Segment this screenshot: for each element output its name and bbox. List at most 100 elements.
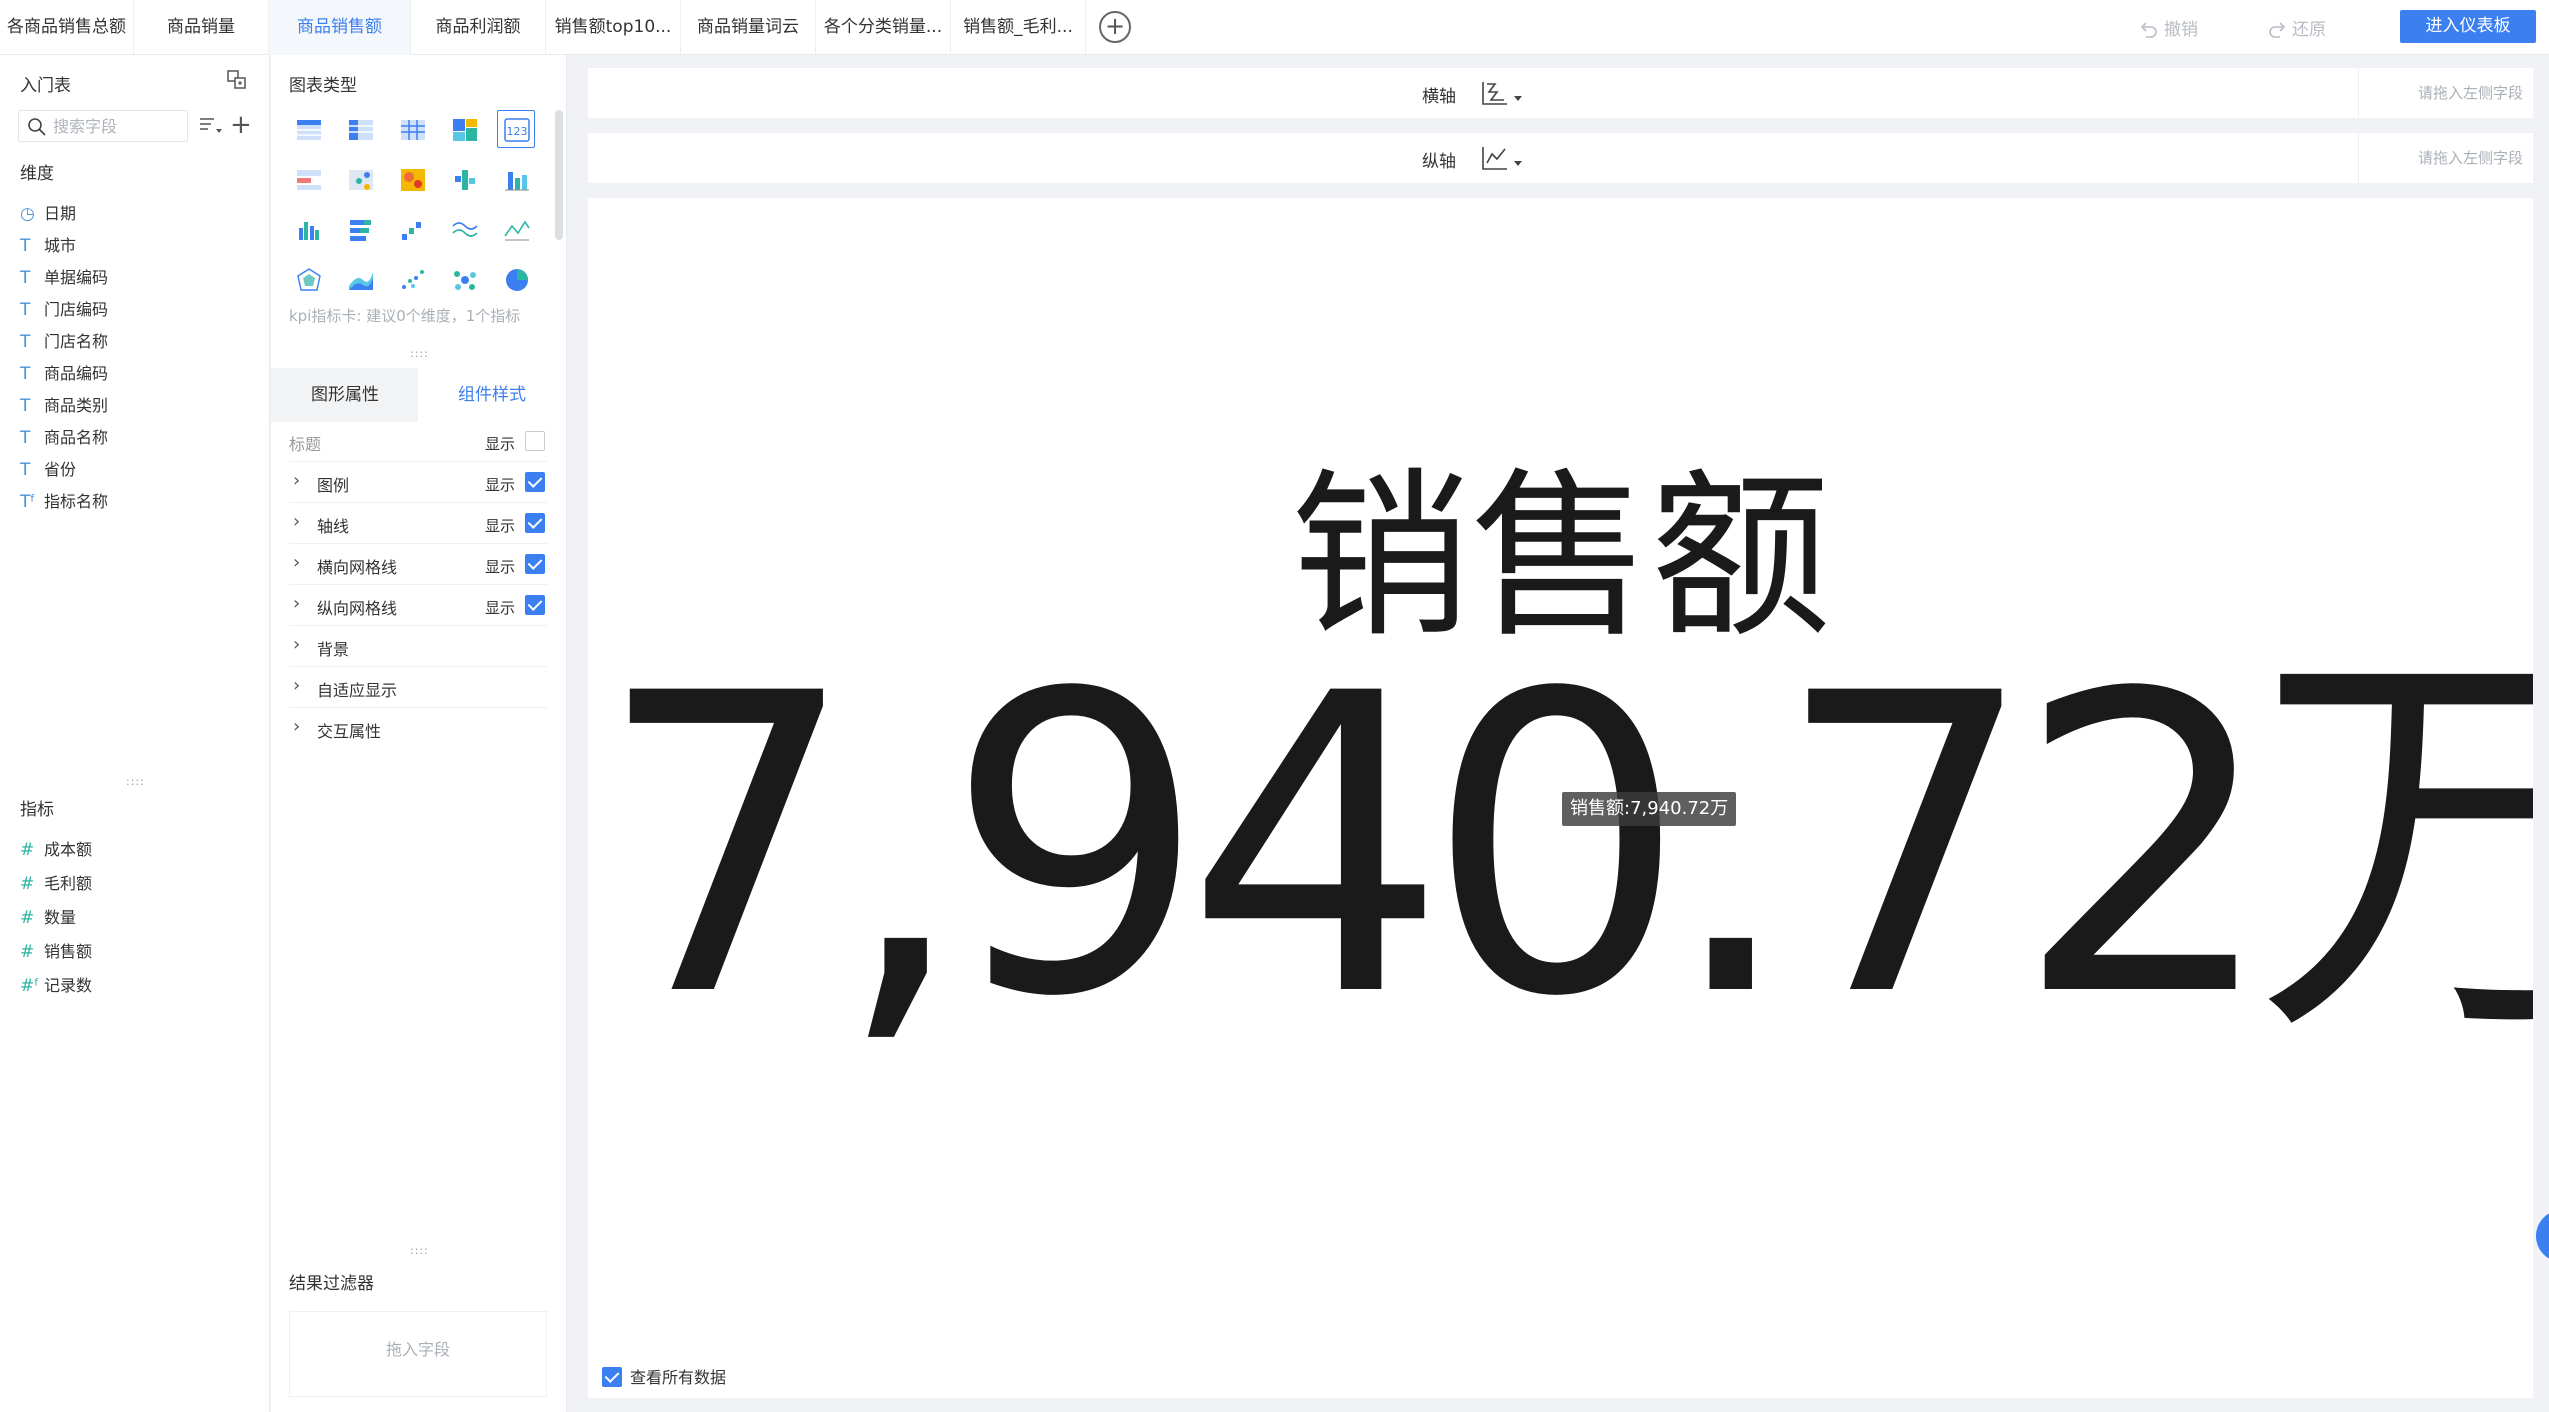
bubble-chart-icon[interactable] [445, 260, 483, 298]
pie-chart-icon[interactable] [497, 260, 535, 298]
tab-component-style[interactable]: 组件样式 [418, 368, 566, 422]
resize-handle[interactable]: :::: [126, 775, 145, 788]
x-axis-type-icon[interactable] [1480, 78, 1524, 112]
property-label: 图例 [317, 476, 350, 495]
measure-field[interactable]: # 数量 [20, 904, 76, 928]
number-type-icon: # [20, 942, 35, 962]
dimension-field[interactable]: T 商品名称 [20, 424, 108, 448]
dimension-field[interactable]: T 门店名称 [20, 328, 108, 352]
tab-top10[interactable]: 销售额top10... [546, 0, 681, 55]
measure-field[interactable]: # 成本额 [20, 836, 92, 860]
switch-table-icon[interactable] [226, 69, 248, 95]
show-label: 显示 [485, 517, 516, 535]
dimension-field[interactable]: T 门店编码 [20, 296, 108, 320]
group-table-icon[interactable] [341, 110, 379, 148]
measure-field[interactable]: #ᶠ 记录数 [20, 972, 92, 996]
y-axis-type-icon[interactable] [1480, 143, 1524, 177]
legend-show-checkbox[interactable] [525, 472, 545, 492]
property-label: 自适应显示 [317, 681, 398, 700]
add-field-icon[interactable]: + [230, 112, 252, 138]
tab-sales-volume[interactable]: 商品销量 [134, 0, 269, 55]
area-chart-icon[interactable] [341, 260, 379, 298]
dot-table-icon[interactable] [341, 160, 379, 198]
h-gridline-show-checkbox[interactable] [525, 554, 545, 574]
kpi-value[interactable]: 7,940.72万 [596, 638, 2533, 1058]
calc-text-type-icon: Tᶠ [20, 492, 36, 512]
waterfall-icon[interactable] [393, 210, 431, 248]
heatmap-icon[interactable] [393, 160, 431, 198]
measure-field[interactable]: # 销售额 [20, 938, 92, 962]
view-all-data-checkbox[interactable] [602, 1367, 622, 1387]
tab-profit[interactable]: 商品利润额 [411, 0, 546, 55]
property-label: 纵向网格线 [317, 599, 398, 618]
axis-line-show-checkbox[interactable] [525, 513, 545, 533]
search-icon [28, 118, 46, 136]
property-label: 轴线 [317, 517, 350, 536]
result-filter-dropzone[interactable]: 拖入字段 [289, 1311, 547, 1397]
show-label: 显示 [485, 599, 516, 617]
chart-types-scrollbar[interactable] [555, 110, 563, 240]
dot-bar-icon[interactable] [445, 160, 483, 198]
dimension-field[interactable]: ◷ 日期 [20, 200, 76, 224]
dimension-field[interactable]: T 单据编码 [20, 264, 108, 288]
tab-graphic-properties[interactable]: 图形属性 [271, 368, 419, 422]
line-chart-icon[interactable] [497, 210, 535, 248]
svg-text:123: 123 [507, 125, 528, 138]
dimension-field[interactable]: T 商品类别 [20, 392, 108, 416]
number-type-icon: # [20, 874, 35, 894]
stacked-bar-icon[interactable] [341, 210, 379, 248]
filter-table-icon[interactable] [289, 160, 327, 198]
y-axis-dropzone[interactable]: 请拖入左侧字段 [2358, 133, 2533, 183]
title-show-checkbox[interactable] [525, 431, 545, 451]
treemap-icon[interactable] [445, 110, 483, 148]
cross-table-icon[interactable] [393, 110, 431, 148]
background-property-row[interactable]: › 背景 [289, 626, 547, 667]
axis-line-property-row[interactable]: › 轴线 显示 [289, 503, 547, 544]
clock-icon: ◷ [20, 204, 35, 224]
tab-sales-margin[interactable]: 销售额_毛利... [951, 0, 1086, 55]
dimension-field[interactable]: Tᶠ 指标名称 [20, 488, 108, 512]
adaptive-display-property-row[interactable]: › 自适应显示 [289, 667, 547, 708]
text-type-icon: T [20, 460, 31, 480]
tab-sales-total[interactable]: 各商品销售总额 [0, 0, 134, 55]
dimension-field[interactable]: T 省份 [20, 456, 76, 480]
field-label: 记录数 [44, 976, 93, 995]
kpi-card-icon[interactable]: 123 [497, 110, 535, 148]
field-label: 成本额 [44, 840, 93, 859]
measure-field[interactable]: # 毛利额 [20, 870, 92, 894]
tab-sales-amount[interactable]: 商品销售额 [269, 0, 411, 55]
resize-handle[interactable]: :::: [410, 1244, 429, 1257]
multi-line-icon[interactable] [445, 210, 483, 248]
sort-icon[interactable] [198, 115, 224, 141]
enter-dashboard-button[interactable]: 进入仪表板 [2400, 10, 2536, 43]
chevron-right-icon: › [293, 716, 301, 737]
chevron-right-icon: › [293, 675, 301, 696]
add-tab-button[interactable]: + [1099, 11, 1131, 43]
redo-button[interactable]: 还原 [2268, 15, 2326, 40]
tab-wordcloud[interactable]: 商品销量词云 [681, 0, 816, 55]
interaction-property-row[interactable]: › 交互属性 [289, 708, 547, 749]
multi-column-icon[interactable] [289, 210, 327, 248]
x-axis-dropzone[interactable]: 请拖入左侧字段 [2358, 68, 2533, 118]
resize-handle[interactable]: :::: [410, 347, 429, 360]
search-input[interactable] [53, 115, 183, 137]
h-gridline-property-row[interactable]: › 横向网格线 显示 [289, 544, 547, 585]
undo-button[interactable]: 撤销 [2140, 15, 2198, 40]
dimension-field[interactable]: T 城市 [20, 232, 76, 256]
field-label: 门店名称 [44, 332, 109, 351]
scatter-chart-icon[interactable] [393, 260, 431, 298]
field-label: 门店编码 [44, 300, 109, 319]
dimension-field[interactable]: T 商品编码 [20, 360, 108, 384]
y-axis-label: 纵轴 [1422, 152, 1456, 172]
v-gridline-property-row[interactable]: › 纵向网格线 显示 [289, 585, 547, 626]
radar-chart-icon[interactable] [289, 260, 327, 298]
view-all-data-toggle[interactable]: 查看所有数据 [602, 1364, 726, 1388]
tab-category-volume[interactable]: 各个分类销量... [816, 0, 951, 55]
assistant-bubble[interactable] [2536, 1210, 2549, 1262]
x-axis-bar: 横轴 请拖入左侧字段 [588, 68, 2533, 118]
table-chart-icon[interactable] [289, 110, 327, 148]
column-chart-icon[interactable] [497, 160, 535, 198]
v-gridline-show-checkbox[interactable] [525, 595, 545, 615]
result-filter-label: 结果过滤器 [289, 1274, 374, 1294]
legend-property-row[interactable]: › 图例 显示 [289, 462, 547, 503]
